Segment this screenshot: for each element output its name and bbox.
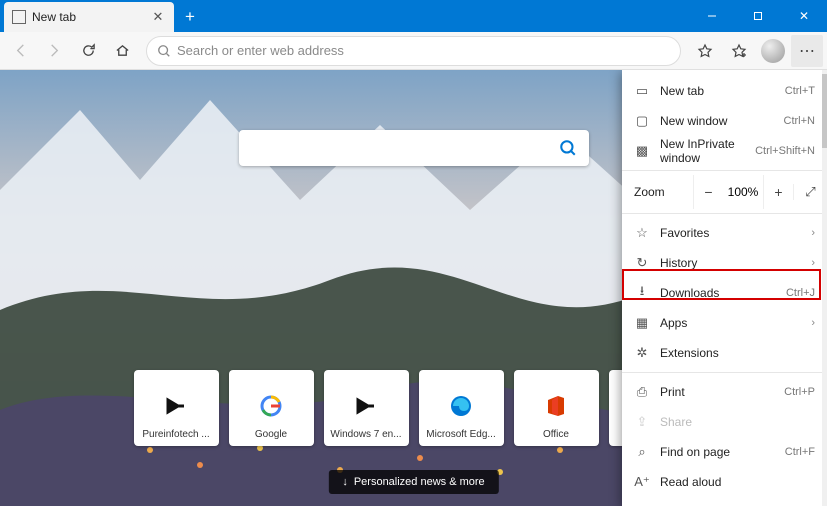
tile-label: Google (255, 429, 287, 440)
zoom-label: Zoom (634, 185, 693, 199)
menu-find-on-page[interactable]: ⌕ Find on page Ctrl+F (622, 437, 827, 467)
zoom-percentage: 100% (723, 185, 763, 199)
news-button-label: Personalized news & more (354, 476, 485, 488)
window-icon: ▢ (634, 113, 650, 129)
star-icon: ☆ (634, 225, 650, 241)
personalized-news-button[interactable]: ↓ Personalized news & more (328, 470, 498, 494)
menu-print[interactable]: ⎙ Print Ctrl+P (622, 377, 827, 407)
menu-favorites[interactable]: ☆ Favorites › (622, 218, 827, 248)
arrow-icon (163, 393, 189, 419)
window-controls: ✕ (689, 0, 827, 32)
maximize-button[interactable] (735, 0, 781, 32)
window-titlebar: New tab ✕ + ✕ (0, 0, 827, 32)
menu-separator (622, 170, 827, 171)
top-site-tile[interactable]: Windows 7 en... (324, 370, 409, 446)
menu-new-inprivate[interactable]: ▩ New InPrivate window Ctrl+Shift+N (622, 136, 827, 166)
history-icon: ↻ (634, 255, 650, 271)
chevron-right-icon: › (811, 317, 815, 329)
google-icon (258, 393, 284, 419)
tab-icon: ▭ (634, 83, 650, 99)
search-icon (157, 44, 171, 58)
inprivate-icon: ▩ (634, 143, 650, 159)
close-window-button[interactable]: ✕ (781, 0, 827, 32)
download-icon: ⭳ (634, 282, 650, 304)
menu-new-tab[interactable]: ▭ New tab Ctrl+T (622, 76, 827, 106)
top-site-tile[interactable]: Google (229, 370, 314, 446)
menu-more-tools[interactable]: More tools › (622, 497, 827, 506)
top-sites-tiles: Pureinfotech ... Google Windows 7 en... Mic… (134, 370, 694, 446)
back-button[interactable] (4, 35, 36, 67)
tile-label: Microsoft Edg... (426, 429, 495, 440)
refresh-button[interactable] (72, 35, 104, 67)
minimize-button[interactable] (689, 0, 735, 32)
tile-label: Windows 7 en... (330, 429, 401, 440)
top-site-tile[interactable]: Office (514, 370, 599, 446)
office-icon (543, 393, 569, 419)
search-icon (559, 139, 577, 157)
tab-title: New tab (32, 10, 150, 24)
address-bar[interactable]: Search or enter web address (146, 36, 681, 66)
settings-more-menu: ▭ New tab Ctrl+T ▢ New window Ctrl+N ▩ N… (622, 70, 827, 506)
forward-button[interactable] (38, 35, 70, 67)
menu-downloads[interactable]: ⭳ Downloads Ctrl+J (622, 278, 827, 308)
menu-new-window[interactable]: ▢ New window Ctrl+N (622, 106, 827, 136)
menu-share: ⇪ Share (622, 407, 827, 437)
favorites-bar-button[interactable] (723, 35, 755, 67)
home-button[interactable] (106, 35, 138, 67)
omnibox-placeholder: Search or enter web address (177, 43, 344, 58)
menu-zoom-row: Zoom − 100% + ⤢ (622, 175, 827, 209)
menu-history[interactable]: ↻ History › (622, 248, 827, 278)
top-site-tile[interactable]: Microsoft Edg... (419, 370, 504, 446)
arrow-icon (353, 393, 379, 419)
zoom-in-button[interactable]: + (763, 175, 793, 209)
menu-apps[interactable]: ▦ Apps › (622, 308, 827, 338)
apps-icon: ▦ (634, 315, 650, 331)
bing-search-box[interactable] (239, 130, 589, 166)
menu-read-aloud[interactable]: A⁺ Read aloud (622, 467, 827, 497)
chevron-right-icon: › (811, 227, 815, 239)
zoom-out-button[interactable]: − (693, 175, 723, 209)
menu-separator (622, 213, 827, 214)
chevron-right-icon: › (811, 257, 815, 269)
extensions-icon: ✲ (634, 345, 650, 361)
menu-extensions[interactable]: ✲ Extensions (622, 338, 827, 368)
new-tab-page: Pureinfotech ... Google Windows 7 en... Mic… (0, 70, 827, 506)
browser-toolbar: Search or enter web address ⋯ (0, 32, 827, 70)
profile-avatar[interactable] (761, 39, 785, 63)
menu-separator (622, 372, 827, 373)
find-icon: ⌕ (634, 444, 650, 460)
edge-icon (448, 393, 474, 419)
tab-favicon (12, 10, 26, 24)
share-icon: ⇪ (634, 414, 650, 430)
print-icon: ⎙ (634, 384, 650, 400)
tile-label: Office (543, 429, 569, 440)
settings-menu-button[interactable]: ⋯ (791, 35, 823, 67)
close-tab-icon[interactable]: ✕ (150, 9, 166, 25)
browser-tab[interactable]: New tab ✕ (4, 2, 174, 32)
tile-label: Pureinfotech ... (142, 429, 209, 440)
down-arrow-icon: ↓ (342, 476, 348, 488)
top-site-tile[interactable]: Pureinfotech ... (134, 370, 219, 446)
read-aloud-icon: A⁺ (634, 474, 650, 490)
favorite-star-button[interactable] (689, 35, 721, 67)
new-tab-button[interactable]: + (176, 3, 204, 31)
